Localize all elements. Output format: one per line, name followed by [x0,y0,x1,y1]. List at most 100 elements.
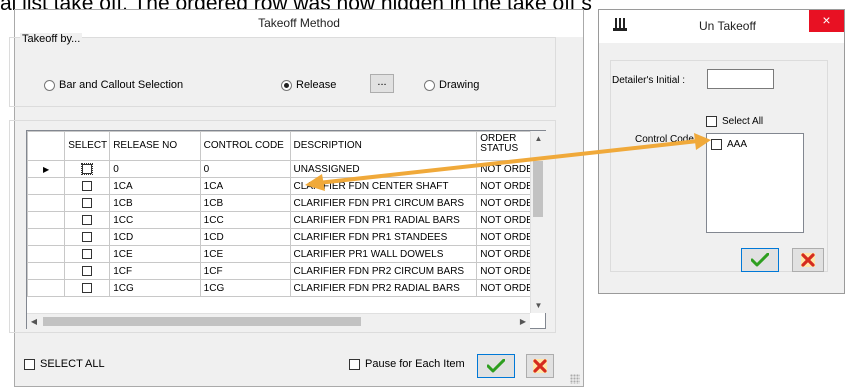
release-no-cell[interactable]: 1CB [109,194,201,212]
release-grid[interactable]: SELECT RELEASE NO CONTROL CODE DESCRIPTI… [26,130,546,329]
scroll-right-arrow-icon[interactable]: ▶ [516,314,530,329]
description-cell[interactable]: CLARIFIER FDN CENTER SHAFT [289,177,478,195]
select-cell[interactable] [64,211,111,229]
horizontal-scroll-thumb[interactable] [43,317,361,326]
control-code-cell[interactable]: 1CC [199,211,291,229]
release-no-cell[interactable]: 1CD [109,228,201,246]
select-cell[interactable] [64,245,111,263]
ok-button[interactable] [477,354,515,378]
release-no-cell[interactable]: 1CC [109,211,201,229]
description-cell[interactable]: CLARIFIER FDN PR1 CIRCUM BARS [289,194,478,212]
select-cell[interactable] [64,194,111,212]
select-all-checkbox[interactable]: SELECT ALL [24,358,105,370]
grid-vertical-scrollbar[interactable]: ▲ ▼ [530,131,546,313]
radio-circle[interactable] [424,79,435,91]
takeoff-method-titlebar[interactable]: Takeoff Method [15,10,583,37]
description-cell[interactable]: CLARIFIER FDN PR2 RADIAL BARS [289,279,478,297]
row-header[interactable] [27,211,66,229]
select-cell[interactable] [64,160,111,178]
release-no-cell[interactable]: 1CG [109,279,201,297]
column-header-release-no[interactable]: RELEASE NO [109,131,201,161]
vertical-scroll-thumb[interactable] [533,161,543,217]
window-title: Takeoff Method [258,16,340,30]
list-item[interactable]: AAA [711,139,747,150]
row-header[interactable] [27,262,66,280]
row-header[interactable] [27,177,66,195]
row-select-checkbox[interactable] [82,265,93,276]
row-select-checkbox[interactable] [82,248,93,259]
control-code-cell[interactable]: 1CF [199,262,291,280]
table-row[interactable]: ▶ 0 0 UNASSIGNED NOT ORDE [27,160,545,178]
select-cell[interactable] [64,228,111,246]
scroll-up-arrow-icon[interactable]: ▲ [531,131,546,146]
control-code-cell[interactable]: 1CB [199,194,291,212]
grid-horizontal-scrollbar[interactable]: ◀ ▶ [27,313,530,329]
checkbox-box[interactable] [706,116,717,127]
column-header-select[interactable]: SELECT [64,131,111,161]
control-code-cell[interactable]: 1CD [199,228,291,246]
control-code-cell[interactable]: 0 [199,160,291,178]
row-header[interactable] [27,228,66,246]
red-x-icon [533,359,547,373]
description-cell[interactable]: UNASSIGNED [289,160,478,178]
browse-release-button[interactable]: ... [370,74,394,93]
scroll-down-arrow-icon[interactable]: ▼ [531,298,546,313]
control-code-cell[interactable]: 1CG [199,279,291,297]
window-resize-grip[interactable] [570,374,580,384]
pause-each-item-checkbox[interactable]: Pause for Each Item [349,358,465,370]
radio-drawing[interactable]: Drawing [424,79,479,91]
checkbox-box[interactable] [711,139,722,150]
select-all-codes-checkbox[interactable]: Select All [706,116,763,127]
control-code-cell[interactable]: 1CE [199,245,291,263]
detailer-initial-input[interactable] [707,69,774,89]
row-select-checkbox[interactable] [82,231,93,242]
release-no-cell[interactable]: 0 [109,160,201,178]
checkbox-box[interactable] [349,358,360,370]
green-check-icon [487,359,505,373]
row-select-checkbox[interactable] [82,282,93,293]
table-row[interactable]: 1CA 1CA CLARIFIER FDN CENTER SHAFT NOT O… [27,177,545,195]
scroll-left-arrow-icon[interactable]: ◀ [27,314,41,329]
row-header[interactable] [27,245,66,263]
checkbox-label: SELECT ALL [40,358,105,370]
table-row[interactable]: 1CE 1CE CLARIFIER PR1 WALL DOWELS NOT OR… [27,245,545,263]
detailer-initial-label: Detailer's Initial : [612,75,686,86]
column-header-control-code[interactable]: CONTROL CODE [199,131,291,161]
close-icon: × [822,12,831,28]
row-select-checkbox[interactable] [82,197,93,208]
row-select-checkbox[interactable] [82,180,93,191]
table-row[interactable]: 1CB 1CB CLARIFIER FDN PR1 CIRCUM BARS NO… [27,194,545,212]
radio-release[interactable]: Release [281,79,336,91]
description-cell[interactable]: CLARIFIER PR1 WALL DOWELS [289,245,478,263]
row-select-checkbox[interactable] [81,162,94,175]
release-no-cell[interactable]: 1CF [109,262,201,280]
radio-circle[interactable] [44,79,55,91]
checkbox-box[interactable] [24,358,35,370]
row-header[interactable] [27,279,66,297]
table-row[interactable]: 1CC 1CC CLARIFIER FDN PR1 RADIAL BARS NO… [27,211,545,229]
un-takeoff-titlebar[interactable]: Un Takeoff × [599,10,844,43]
row-select-checkbox[interactable] [82,214,93,225]
description-cell[interactable]: CLARIFIER FDN PR1 RADIAL BARS [289,211,478,229]
radio-bar-callout[interactable]: Bar and Callout Selection [44,79,183,91]
column-header-description[interactable]: DESCRIPTION [289,131,478,161]
table-row[interactable]: 1CD 1CD CLARIFIER FDN PR1 STANDEES NOT O… [27,228,545,246]
red-x-icon [801,253,815,267]
cancel-button[interactable] [792,248,824,272]
close-button[interactable]: × [809,10,844,32]
radio-circle-selected[interactable] [281,79,292,91]
control-code-cell[interactable]: 1CA [199,177,291,195]
cancel-button[interactable] [526,354,554,378]
select-cell[interactable] [64,262,111,280]
release-no-cell[interactable]: 1CE [109,245,201,263]
select-cell[interactable] [64,177,111,195]
ok-button[interactable] [741,248,779,272]
description-cell[interactable]: CLARIFIER FDN PR1 STANDEES [289,228,478,246]
row-header[interactable] [27,194,66,212]
table-row[interactable]: 1CF 1CF CLARIFIER FDN PR2 CIRCUM BARS NO… [27,262,545,280]
select-cell[interactable] [64,279,111,297]
release-no-cell[interactable]: 1CA [109,177,201,195]
description-cell[interactable]: CLARIFIER FDN PR2 CIRCUM BARS [289,262,478,280]
control-code-list[interactable]: AAA [706,133,804,233]
table-row[interactable]: 1CG 1CG CLARIFIER FDN PR2 RADIAL BARS NO… [27,279,545,297]
